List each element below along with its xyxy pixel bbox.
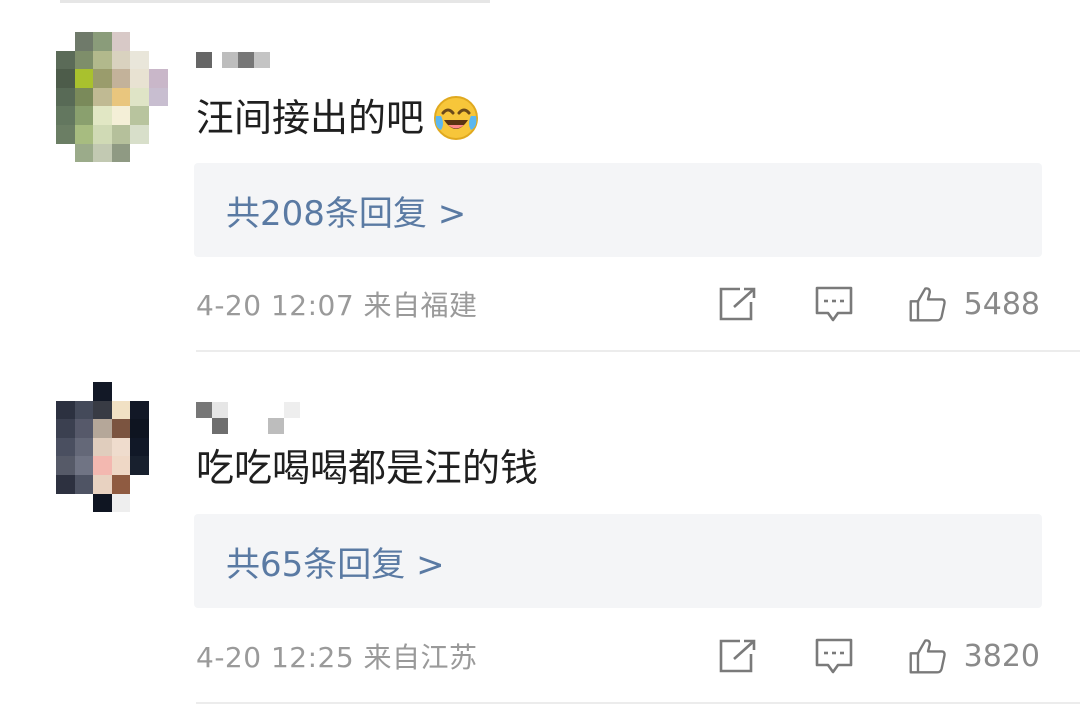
like-button[interactable] [908, 636, 948, 676]
comment-meta: 4-20 12:25 来自江苏 3820 [196, 634, 1040, 678]
share-button[interactable] [718, 636, 758, 676]
replies-link[interactable]: 共208条回复 > [194, 163, 1042, 257]
like-icon [909, 639, 946, 674]
like-button[interactable] [908, 284, 948, 324]
username[interactable] [196, 52, 270, 68]
avatar[interactable] [56, 382, 168, 514]
replies-link[interactable]: 共65条回复 > [194, 514, 1042, 608]
comment-icon [815, 286, 852, 322]
timestamp: 4-20 12:07 来自福建 [196, 289, 478, 322]
comment-item: 汪间接出的吧 共208条回复 > 4-20 12:07 来自福建 5488 [0, 0, 1080, 352]
like-count: 5488 [963, 286, 1040, 322]
timestamp: 4-20 12:25 来自江苏 [196, 641, 478, 674]
comment-text: 汪间接出的吧 [196, 94, 480, 142]
comment-icon [815, 638, 852, 674]
share-button[interactable] [718, 284, 758, 324]
comment-button[interactable] [814, 636, 854, 676]
share-icon [719, 287, 755, 321]
comment-actions: 5488 [718, 282, 1040, 326]
username[interactable] [196, 402, 300, 434]
comment-item: 吃吃喝喝都是汪的钱 共65条回复 > 4-20 12:25 来自江苏 3820 [0, 352, 1080, 708]
avatar[interactable] [56, 32, 168, 164]
replies-label: 共65条回复 > [226, 544, 445, 585]
comment-divider [196, 702, 1080, 704]
like-icon [909, 287, 946, 322]
comment-button[interactable] [814, 284, 854, 324]
like-count: 3820 [963, 638, 1040, 674]
replies-label: 共208条回复 > [226, 193, 467, 234]
comment-text: 吃吃喝喝都是汪的钱 [196, 446, 538, 490]
share-icon [719, 639, 755, 673]
comment-meta: 4-20 12:07 来自福建 5488 [196, 282, 1040, 326]
comment-actions: 3820 [718, 634, 1040, 678]
laughing-crying-emoji-icon [432, 94, 480, 142]
comment-text-content: 吃吃喝喝都是汪的钱 [196, 446, 539, 490]
comment-text-content: 汪间接出的吧 [196, 96, 425, 140]
